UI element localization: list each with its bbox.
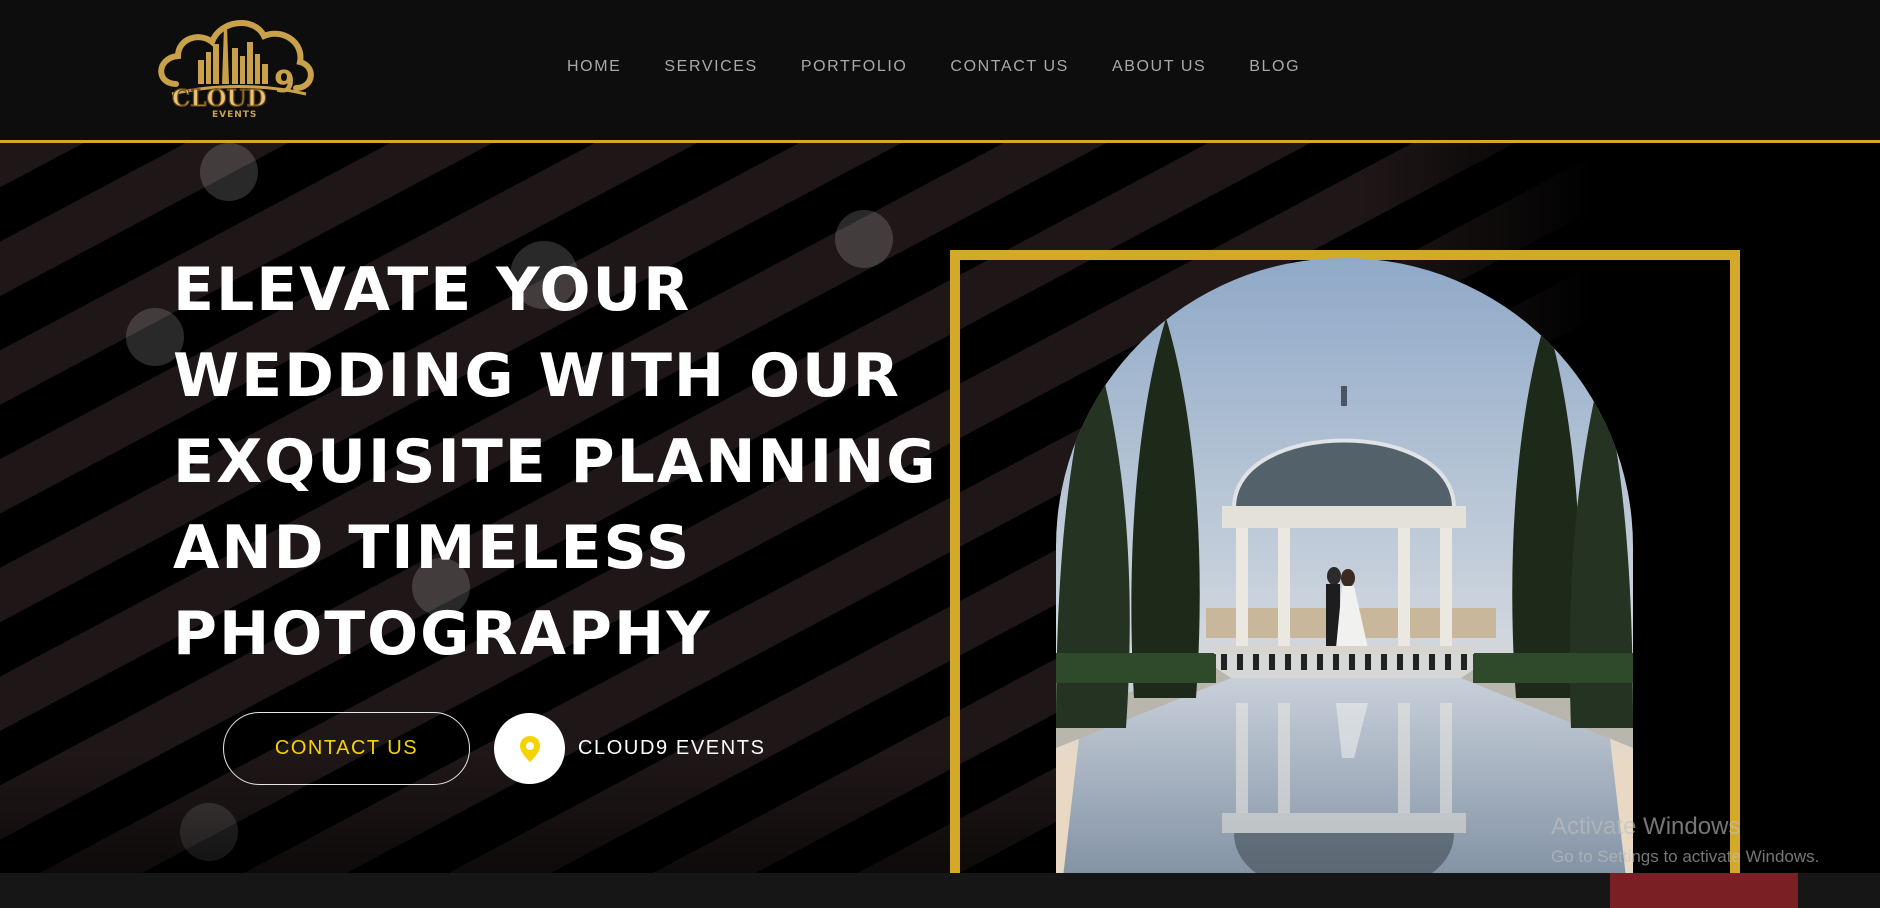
headline-line: EXQUISITE PLANNING bbox=[173, 427, 938, 497]
next-section-red-block bbox=[1610, 873, 1798, 908]
hero-headline: ELEVATE YOUR WEDDING WITH OUR EXQUISITE … bbox=[173, 247, 938, 677]
windows-activation-watermark: Activate Windows Go to Settings to activ… bbox=[1551, 813, 1819, 867]
decor-bubble bbox=[200, 143, 258, 201]
watermark-title: Activate Windows bbox=[1551, 813, 1741, 840]
headline-line: AND TIMELESS bbox=[173, 513, 692, 583]
nav-contact-us[interactable]: CONTACT US bbox=[950, 58, 1069, 78]
nav-portfolio[interactable]: PORTFOLIO bbox=[801, 58, 908, 78]
gazebo-couple-image bbox=[1056, 258, 1633, 908]
watermark-subtitle: Go to Settings to activate Windows. bbox=[1551, 847, 1820, 866]
nav-home[interactable]: HOME bbox=[567, 58, 621, 78]
logo-sub: EVENTS bbox=[212, 110, 257, 120]
headline-line: PHOTOGRAPHY bbox=[173, 599, 712, 669]
cloud9-logo-icon: CLOUD 9 EVENTS bbox=[158, 20, 314, 120]
site-logo[interactable]: CLOUD 9 EVENTS bbox=[154, 14, 318, 120]
headline-line: ELEVATE YOUR bbox=[173, 255, 692, 325]
wedding-photo bbox=[1056, 258, 1633, 908]
nav-about-us[interactable]: ABOUT US bbox=[1112, 58, 1206, 78]
location-button[interactable] bbox=[494, 713, 565, 784]
site-header: CLOUD 9 EVENTS HOME SERVICES PORTFOLIO C… bbox=[0, 0, 1880, 143]
headline-line: WEDDING WITH OUR bbox=[173, 341, 901, 411]
logo-nine: 9 bbox=[274, 65, 295, 100]
nav-services[interactable]: SERVICES bbox=[664, 58, 757, 78]
next-section-strip bbox=[0, 873, 1880, 908]
map-pin-icon bbox=[519, 735, 540, 762]
nav-blog[interactable]: BLOG bbox=[1249, 58, 1300, 78]
brand-name-label: CLOUD9 EVENTS bbox=[578, 737, 766, 759]
contact-us-button[interactable]: CONTACT US bbox=[223, 712, 470, 785]
decor-bubble bbox=[180, 803, 238, 861]
logo-word: CLOUD bbox=[172, 85, 267, 112]
main-nav: HOME SERVICES PORTFOLIO CONTACT US ABOUT… bbox=[567, 58, 1300, 78]
